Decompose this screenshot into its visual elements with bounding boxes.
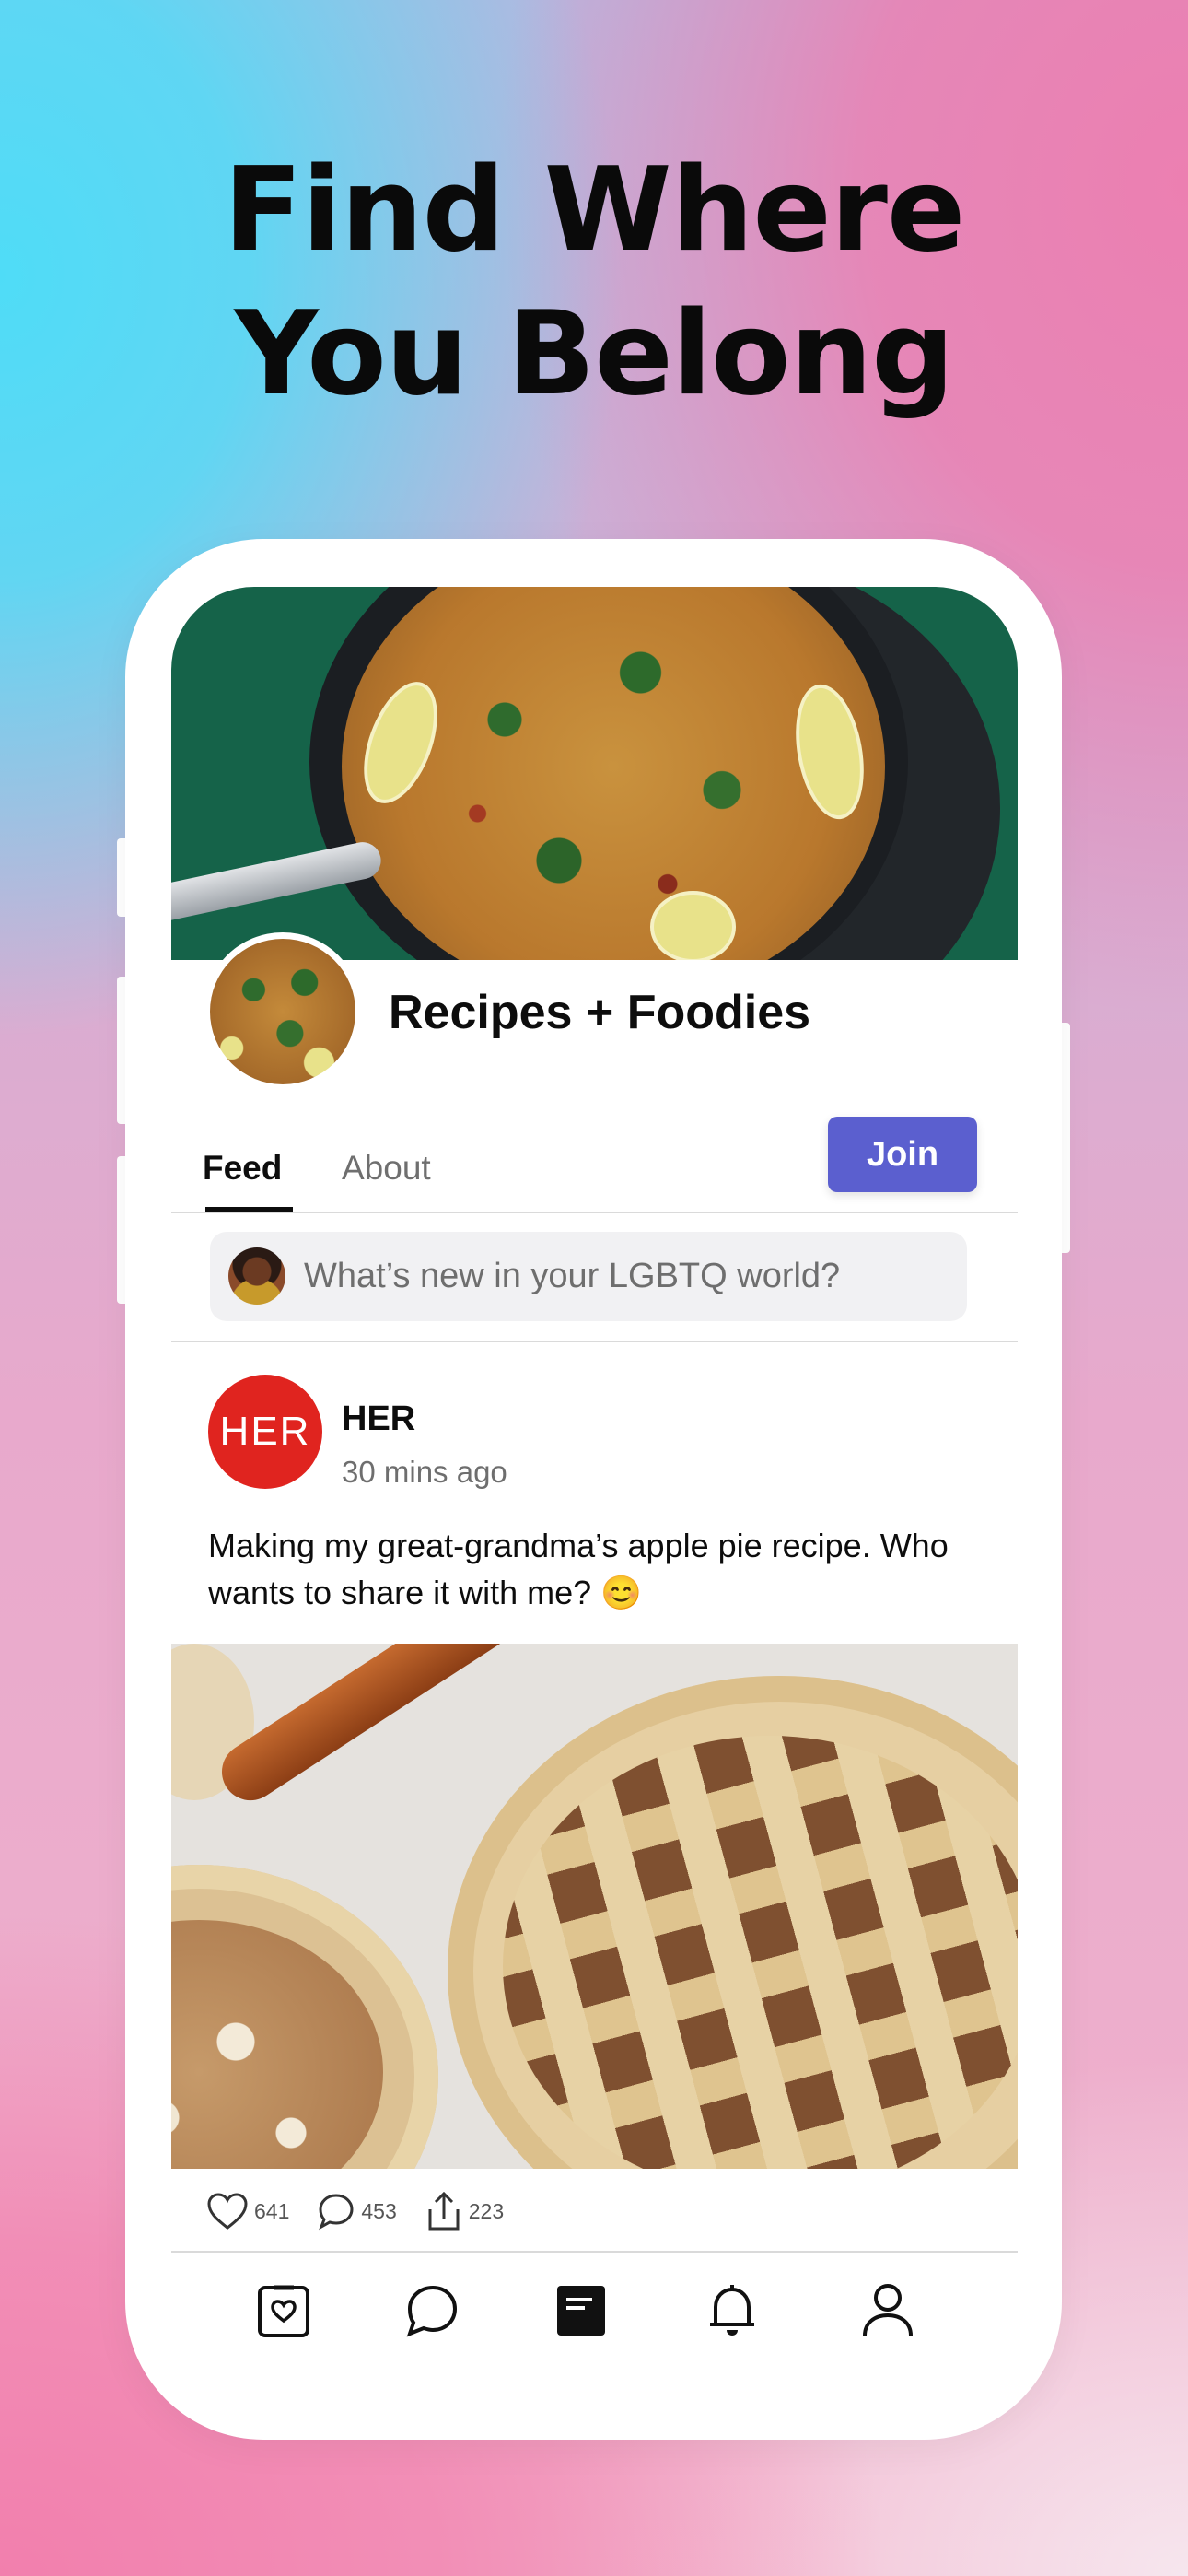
heart-icon xyxy=(207,2193,248,2230)
nav-profile[interactable] xyxy=(857,2280,918,2341)
comment-icon xyxy=(319,2194,354,2231)
bell-icon xyxy=(710,2285,754,2336)
like-count: 641 xyxy=(254,2198,290,2223)
phone-frame: Recipes + Foodies Feed About Join What’s… xyxy=(125,539,1062,2440)
lemon-wedge xyxy=(650,891,736,960)
group-cover-image xyxy=(171,587,1018,960)
comment-count: 453 xyxy=(361,2198,397,2223)
composer-divider xyxy=(171,1341,1018,1342)
headline: Find Where You Belong xyxy=(0,138,1188,426)
post-composer[interactable]: What’s new in your LGBTQ world? xyxy=(210,1232,967,1321)
feed-icon xyxy=(557,2286,605,2336)
share-count: 223 xyxy=(468,2198,505,2223)
like-button[interactable]: 641 xyxy=(206,2192,289,2231)
tab-divider xyxy=(171,1212,1018,1213)
group-avatar[interactable] xyxy=(204,932,362,1091)
nav-feed[interactable] xyxy=(551,2280,611,2341)
group-avatar-image xyxy=(210,939,355,1084)
group-title: Recipes + Foodies xyxy=(389,986,811,1039)
chat-bubble-icon xyxy=(406,2285,458,2337)
composer-placeholder: What’s new in your LGBTQ world? xyxy=(304,1257,841,1295)
post-timestamp: 30 mins ago xyxy=(342,1455,507,1489)
share-icon xyxy=(428,2191,460,2231)
join-button[interactable]: Join xyxy=(828,1117,977,1192)
nav-chat[interactable] xyxy=(402,2280,462,2341)
tab-about[interactable]: About xyxy=(342,1149,431,1188)
comment-button[interactable]: 453 xyxy=(317,2192,397,2231)
author-avatar[interactable]: HER xyxy=(208,1375,322,1489)
nav-notifications[interactable] xyxy=(702,2280,763,2341)
headline-line-2: You Belong xyxy=(234,286,955,421)
nav-divider xyxy=(171,2251,1018,2253)
post-actions: 641 453 223 xyxy=(206,2188,531,2234)
tab-feed[interactable]: Feed xyxy=(203,1149,282,1188)
post-image[interactable] xyxy=(171,1644,1018,2169)
post-author[interactable]: HER xyxy=(342,1399,415,1439)
app-screen: Recipes + Foodies Feed About Join What’s… xyxy=(171,587,1018,2345)
share-button[interactable]: 223 xyxy=(425,2191,504,2231)
post-text: Making my great-grandma’s apple pie reci… xyxy=(208,1527,949,1611)
nav-home[interactable] xyxy=(253,2280,314,2341)
profile-icon xyxy=(863,2284,913,2336)
headline-line-1: Find Where xyxy=(223,142,966,277)
user-avatar xyxy=(228,1247,285,1305)
heart-square-icon xyxy=(258,2285,309,2337)
